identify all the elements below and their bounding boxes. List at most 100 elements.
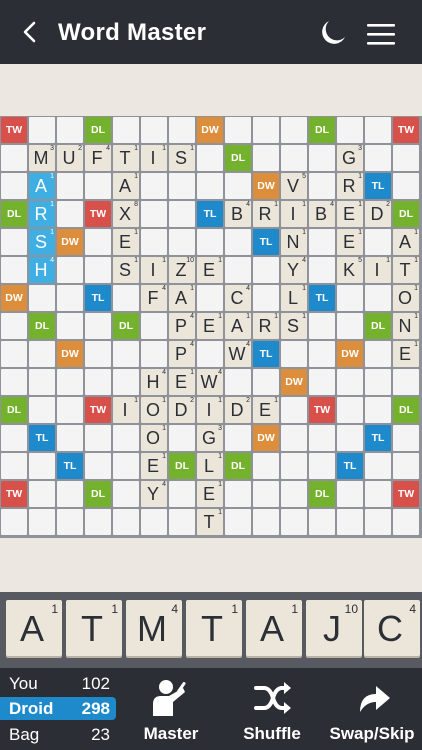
board-cell[interactable]	[309, 341, 335, 367]
board-cell[interactable]	[197, 173, 223, 199]
rack-tile[interactable]: C4	[364, 600, 420, 656]
board-cell[interactable]	[57, 173, 83, 199]
board-tile[interactable]: R1	[253, 313, 279, 339]
board-cell[interactable]	[337, 397, 363, 423]
board-tile[interactable]: I1	[141, 145, 167, 171]
bonus-square-double-letter[interactable]: DL	[113, 313, 139, 339]
shuffle-button[interactable]: Shuffle	[226, 668, 318, 750]
board-tile[interactable]: A1	[225, 313, 251, 339]
board-tile[interactable]: A1	[169, 285, 195, 311]
board-cell[interactable]	[365, 229, 391, 255]
board-cell[interactable]	[113, 425, 139, 451]
board-cell[interactable]	[57, 313, 83, 339]
board-tile[interactable]: A1	[113, 173, 139, 199]
board-cell[interactable]	[365, 145, 391, 171]
board-cell[interactable]	[365, 285, 391, 311]
bonus-square-double-word[interactable]: DW	[1, 285, 27, 311]
board-cell[interactable]	[29, 397, 55, 423]
board-cell[interactable]	[253, 509, 279, 535]
board-tile[interactable]: H4	[141, 369, 167, 395]
board-cell[interactable]	[337, 369, 363, 395]
board-tile[interactable]: T1	[393, 257, 419, 283]
board-cell[interactable]	[225, 425, 251, 451]
bonus-square-double-letter[interactable]: DL	[393, 201, 419, 227]
board-cell[interactable]	[29, 481, 55, 507]
board-cell[interactable]	[85, 229, 111, 255]
board-cell[interactable]	[29, 117, 55, 143]
board-cell[interactable]	[57, 397, 83, 423]
board-cell[interactable]	[253, 285, 279, 311]
board-cell[interactable]	[141, 313, 167, 339]
board-tile[interactable]: C4	[225, 285, 251, 311]
board-cell[interactable]	[113, 117, 139, 143]
board-cell[interactable]	[365, 481, 391, 507]
board-cell[interactable]	[365, 397, 391, 423]
board-tile[interactable]: O1	[141, 397, 167, 423]
bonus-square-double-letter[interactable]: DL	[1, 201, 27, 227]
board-tile[interactable]: L1	[281, 285, 307, 311]
board-cell[interactable]	[197, 229, 223, 255]
board-cell[interactable]	[393, 425, 419, 451]
bonus-square-double-letter[interactable]: DL	[225, 145, 251, 171]
bonus-square-double-word[interactable]: DW	[57, 229, 83, 255]
bonus-square-triple-word[interactable]: TW	[85, 397, 111, 423]
board-cell[interactable]	[197, 145, 223, 171]
board-cell[interactable]	[337, 313, 363, 339]
board-cell[interactable]	[309, 313, 335, 339]
board-tile[interactable]: E1	[337, 201, 363, 227]
board-cell[interactable]	[337, 425, 363, 451]
board-cell[interactable]	[57, 369, 83, 395]
bonus-square-double-letter[interactable]: DL	[309, 117, 335, 143]
bonus-square-triple-letter[interactable]: TL	[253, 229, 279, 255]
board-tile[interactable]: E1	[337, 229, 363, 255]
board-cell[interactable]	[365, 117, 391, 143]
board-cell[interactable]	[197, 285, 223, 311]
bonus-square-triple-letter[interactable]: TL	[253, 341, 279, 367]
bonus-square-triple-letter[interactable]: TL	[57, 453, 83, 479]
board-cell[interactable]	[57, 117, 83, 143]
board-cell[interactable]	[365, 509, 391, 535]
board-cell[interactable]	[309, 257, 335, 283]
back-button[interactable]	[14, 14, 48, 50]
bonus-square-double-letter[interactable]: DL	[225, 453, 251, 479]
bonus-square-triple-word[interactable]: TW	[1, 117, 27, 143]
board-cell[interactable]	[281, 145, 307, 171]
bonus-square-triple-letter[interactable]: TL	[29, 425, 55, 451]
board-cell[interactable]	[85, 313, 111, 339]
rack-tile[interactable]: T1	[186, 600, 242, 656]
board-cell[interactable]	[57, 481, 83, 507]
board-cell[interactable]	[281, 453, 307, 479]
board-tile[interactable]: P4	[169, 313, 195, 339]
board-cell[interactable]	[393, 509, 419, 535]
bonus-square-double-word[interactable]: DW	[281, 369, 307, 395]
board-tile[interactable]: S1	[169, 145, 195, 171]
master-button[interactable]: Master	[128, 668, 214, 750]
board-tile[interactable]: Y4	[281, 257, 307, 283]
board-cell[interactable]	[1, 229, 27, 255]
board-cell[interactable]	[141, 229, 167, 255]
board-cell[interactable]	[337, 509, 363, 535]
board-cell[interactable]	[393, 145, 419, 171]
board-tile[interactable]: B4	[309, 201, 335, 227]
rack-tile[interactable]: M4	[126, 600, 182, 656]
board-tile[interactable]: F4	[85, 145, 111, 171]
bonus-square-double-word[interactable]: DW	[253, 425, 279, 451]
bonus-square-double-letter[interactable]: DL	[169, 453, 195, 479]
board-tile[interactable]: O1	[393, 285, 419, 311]
board-cell[interactable]	[1, 425, 27, 451]
board-cell[interactable]	[1, 313, 27, 339]
board-cell[interactable]	[393, 453, 419, 479]
board-tile[interactable]: Y4	[141, 481, 167, 507]
board-tile[interactable]: G3	[197, 425, 223, 451]
bonus-square-triple-word[interactable]: TW	[309, 397, 335, 423]
board-cell[interactable]	[309, 173, 335, 199]
bonus-square-triple-word[interactable]: TW	[393, 481, 419, 507]
board-cell[interactable]	[85, 257, 111, 283]
board-tile[interactable]: R1	[337, 173, 363, 199]
board-tile[interactable]: K5	[337, 257, 363, 283]
board-cell[interactable]	[141, 509, 167, 535]
board-cell[interactable]	[225, 369, 251, 395]
board-cell[interactable]	[29, 285, 55, 311]
board-tile[interactable]: E1	[393, 341, 419, 367]
board-cell[interactable]	[1, 173, 27, 199]
